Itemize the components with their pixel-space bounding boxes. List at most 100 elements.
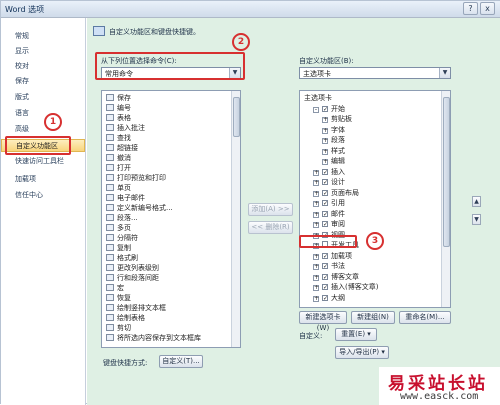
command-list-item[interactable]: 剪切 [106,324,131,332]
tree-scroll-thumb[interactable] [443,97,450,247]
expand-icon[interactable]: + [313,169,319,176]
commands-listbox[interactable]: 保存编号表格插入批注查找超链接撤消打开打印预览和打印 单页电子邮件定义新编号格式.… [101,90,241,348]
tab-checkbox[interactable]: ✓ [322,200,328,207]
expand-icon[interactable]: + [313,295,319,302]
tab-checkbox[interactable]: ✓ [322,221,328,228]
command-list-item[interactable]: 定义新编号格式... [106,204,173,212]
ribbon-tree-item[interactable]: - ✓ 开始 [313,105,345,113]
ribbon-tabs-tree[interactable]: 主选项卡 - ✓ 开始 + 剪贴板 + 字体 + 段落 + 样式 + 编辑 + ✓ 插入 + ✓ 设计 + ✓ 页面布局 + ✓… [299,90,451,308]
move-down-button[interactable]: ▼ [472,214,481,225]
sidebar-item-language[interactable]: 语言 [1,107,85,120]
expand-icon[interactable]: + [313,180,319,186]
sidebar-item-general[interactable]: 常规 [1,30,85,43]
tab-checkbox[interactable]: ✓ [322,179,328,186]
expand-icon[interactable]: + [313,264,319,270]
ribbon-tree-item[interactable]: + ✓ 页面布局 [313,189,359,197]
new-tab-button[interactable]: 新建选项卡(W) [299,311,347,332]
command-list-item[interactable]: 打印预览和打印 [106,174,166,182]
help-button[interactable]: ? [463,2,478,15]
command-list-item[interactable]: 绘制竖排文本框 [106,304,166,312]
command-list-item[interactable]: 多页 [106,224,131,232]
ribbon-tree-item[interactable]: + 段落 [322,136,345,144]
tab-checkbox[interactable]: ✓ [322,263,328,270]
command-list-item[interactable]: 将所选内容保存到文本框库 [106,334,201,342]
command-list-item[interactable]: 复制 [106,244,131,252]
ribbon-tree-item[interactable]: + 剪贴板 [322,115,352,123]
ribbon-tree-item[interactable]: + ✓ 大纲 [313,294,345,302]
sidebar-item-save[interactable]: 保存 [1,75,85,88]
tab-checkbox[interactable]: ✓ [322,105,328,112]
new-group-button[interactable]: 新建组(N) [351,311,395,324]
expand-icon[interactable]: + [322,159,328,165]
command-list-item[interactable]: 查找 [106,134,131,142]
command-list-item[interactable]: 更改列表级别 [106,264,159,272]
ribbon-tree-item[interactable]: + ✓ 加载项 [313,252,352,260]
expand-icon[interactable]: + [313,253,319,260]
sidebar-item-trust-center[interactable]: 信任中心 [1,189,85,202]
command-list-item[interactable]: 保存 [106,94,131,102]
sidebar-item-add-ins[interactable]: 加载项 [1,173,85,186]
tree-scrollbar[interactable] [441,91,450,307]
add-button[interactable]: 添加(A) >> [248,203,293,216]
ribbon-tree-item[interactable]: + ✓ 引用 [313,199,345,207]
command-list-item[interactable]: 分隔符 [106,234,138,242]
command-list-item[interactable]: 打开 [106,164,131,172]
ribbon-tree-item[interactable]: + ✓ 设计 [313,178,345,186]
ribbon-tree-item[interactable]: + 字体 [322,126,345,134]
ribbon-tree-item[interactable]: + 编辑 [322,157,345,165]
ribbon-tree-item[interactable]: + 样式 [322,147,345,155]
command-list-item[interactable]: 表格 [106,114,131,122]
command-list-item[interactable]: 插入批注 [106,124,145,132]
command-list-item[interactable]: 格式刷 [106,254,138,262]
sidebar-item-layout[interactable]: 版式 [1,91,85,104]
tab-checkbox[interactable]: ✓ [322,294,328,301]
expand-icon[interactable]: + [322,117,328,123]
sidebar-item-proofing[interactable]: 校对 [1,60,85,73]
commands-scroll-thumb[interactable] [233,97,240,137]
customize-ribbon-combo[interactable]: 主选项卡 ▼ [299,67,451,79]
command-list-item[interactable]: 编号 [106,104,131,112]
expand-icon[interactable]: + [313,190,319,197]
command-list-item[interactable]: 段落... [106,214,138,222]
expand-icon[interactable]: + [313,211,319,218]
tab-checkbox[interactable]: ✓ [322,189,328,196]
tab-checkbox[interactable]: ✓ [322,252,328,259]
command-list-item[interactable]: 电子邮件 [106,194,145,202]
sidebar-item-display[interactable]: 显示 [1,45,85,58]
tab-checkbox[interactable]: ✓ [322,210,328,217]
command-list-item[interactable]: 单页 [106,184,131,192]
command-list-item[interactable]: 宏 [106,284,124,292]
command-list-item[interactable]: 撤消 [106,154,131,162]
commands-scrollbar[interactable] [231,91,240,347]
import-export-button[interactable]: 导入/导出(P) ▾ [335,346,389,359]
command-list-item[interactable]: 超链接 [106,144,138,152]
customize-shortcuts-button[interactable]: 自定义(T)... [159,355,203,368]
chevron-down-icon[interactable]: ▼ [439,68,450,78]
tab-checkbox[interactable]: ✓ [322,273,328,280]
move-up-button[interactable]: ▲ [472,196,481,207]
ribbon-tree-item[interactable]: 主选项卡 [304,94,332,102]
expand-icon[interactable]: + [313,222,319,228]
sidebar-item-quick-access-toolbar[interactable]: 快速访问工具栏 [1,155,85,168]
close-button[interactable]: x [480,2,495,15]
expand-icon[interactable]: + [322,138,328,144]
command-list-item[interactable]: 绘制表格 [106,314,145,322]
tab-checkbox[interactable]: ✓ [322,284,328,291]
ribbon-tree-item[interactable]: + ✓ 书法 [313,262,345,270]
ribbon-tree-item[interactable]: + ✓ 博客文章 [313,273,359,281]
remove-button[interactable]: << 删除(R) [248,221,293,234]
reset-button[interactable]: 重置(E) ▾ [335,328,377,341]
ribbon-tree-item[interactable]: + ✓ 插入 [313,168,345,176]
sidebar-item-advanced[interactable]: 高级 [1,123,85,136]
expand-icon[interactable]: + [313,201,319,207]
expand-icon[interactable]: + [313,274,319,281]
expand-icon[interactable]: + [322,127,328,134]
tab-checkbox[interactable]: ✓ [322,168,328,175]
expand-icon[interactable]: + [313,285,319,291]
collapse-icon[interactable]: - [313,106,319,113]
ribbon-tree-item[interactable]: + ✓ 邮件 [313,210,345,218]
rename-button[interactable]: 重命名(M)... [399,311,451,324]
ribbon-tree-item[interactable]: + ✓ 插入(博客文章) [313,283,378,291]
ribbon-tree-item[interactable]: + ✓ 审阅 [313,220,345,228]
command-list-item[interactable]: 恢复 [106,294,131,302]
